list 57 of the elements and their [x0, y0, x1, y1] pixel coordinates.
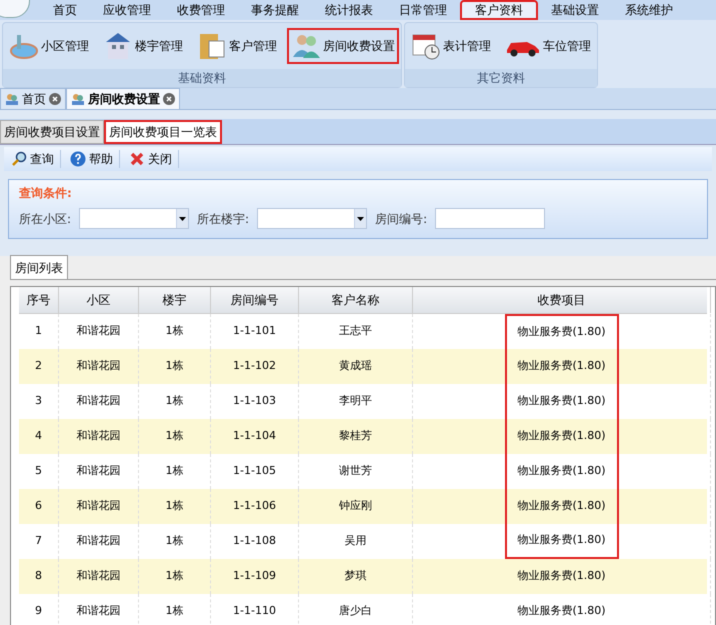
menu-tab[interactable]: 日常管理	[386, 0, 460, 20]
search-icon	[11, 151, 27, 167]
ribbon-button[interactable]: 车位管理	[501, 28, 595, 64]
field-label: 房间编号:	[375, 210, 428, 228]
close-icon[interactable]	[163, 93, 175, 105]
table-cell: 9	[19, 594, 59, 625]
field-label: 所在楼宇:	[197, 210, 250, 228]
column-header[interactable]: 客户名称	[299, 287, 413, 313]
help-icon	[70, 151, 86, 167]
table-cell-text: 物业服务费(1.80)	[516, 603, 607, 620]
column-header[interactable]: 序号	[19, 287, 59, 313]
column-header[interactable]: 楼宇	[139, 287, 211, 313]
list-tab[interactable]: 房间列表	[10, 255, 68, 279]
ribbon-button[interactable]: 表计管理	[407, 28, 495, 64]
caret-icon	[357, 216, 364, 220]
users-icon	[5, 92, 19, 106]
menu-tab[interactable]: 统计报表	[312, 0, 386, 20]
toolbar-button[interactable]: 帮助	[67, 150, 120, 168]
ribbon-button[interactable]: 客户管理	[193, 28, 281, 64]
menu-tab[interactable]: 首页	[40, 0, 90, 20]
column-header[interactable]: 房间编号	[211, 287, 299, 313]
toolbar-button[interactable]: 关闭	[126, 150, 179, 168]
table-cell: 1-1-110	[211, 594, 299, 625]
ribbon-button[interactable]: 房间收费设置	[287, 28, 399, 64]
table-cell: 唐少白	[299, 594, 413, 625]
folder-icon	[197, 31, 227, 61]
query-title: 查询条件:	[19, 185, 73, 202]
dropdown-button[interactable]	[354, 209, 366, 228]
close-icon	[129, 151, 145, 167]
menu-tab[interactable]: 系统维护	[612, 0, 686, 20]
ribbon-button[interactable]: 小区管理	[5, 28, 93, 64]
table-cell: 1栋	[139, 594, 211, 625]
document-tab[interactable]: 首页	[0, 88, 66, 109]
field-label: 所在小区:	[19, 210, 72, 228]
menu-tab[interactable]: 事务提醒	[238, 0, 312, 20]
table-cell: 和谐花园	[59, 594, 139, 625]
column-header[interactable]: 小区	[59, 287, 139, 313]
menu-tab[interactable]: 客户资料	[460, 0, 538, 20]
select-field[interactable]	[257, 208, 368, 229]
sub-tab[interactable]: 房间收费项目一览表	[104, 120, 222, 144]
ribbon-button[interactable]: 楼宇管理	[99, 28, 187, 64]
close-icon[interactable]	[49, 93, 61, 105]
group-title: 其它资料	[405, 69, 597, 87]
select-field[interactable]	[79, 208, 190, 229]
menu-tab[interactable]: 收费管理	[164, 0, 238, 20]
column-header[interactable]: 收费项目	[413, 287, 711, 313]
toolbar-button[interactable]: 查询	[8, 150, 61, 168]
menu-tab[interactable]: 基础设置	[538, 0, 612, 20]
menu-tab[interactable]: 应收管理	[90, 0, 164, 20]
caret-icon	[179, 216, 186, 220]
dropdown-button[interactable]	[176, 209, 188, 228]
users-icon	[71, 92, 85, 106]
sub-tab[interactable]: 房间收费项目设置	[0, 120, 104, 144]
document-tab[interactable]: 房间收费设置	[66, 88, 180, 109]
group-title: 基础资料	[3, 69, 401, 87]
input-field[interactable]	[435, 208, 546, 229]
table-cell-text: 物业服务费(1.80)	[516, 568, 607, 584]
